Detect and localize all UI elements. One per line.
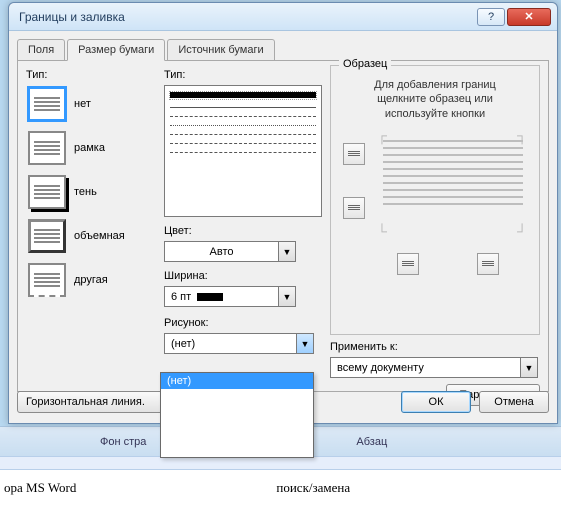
preview-group: Образец Для добавления границ щелкните о… [330,65,540,335]
tab-paper-source[interactable]: Источник бумаги [167,39,274,61]
tab-panel: Тип: нет рамка тень [17,60,549,392]
setting-shadow[interactable]: тень [26,173,156,211]
setting-box-icon [28,131,66,165]
art-value: (нет) [171,338,195,350]
preview-legend: Образец [339,58,391,70]
chevron-down-icon[interactable]: ▼ [278,286,296,307]
setting-shadow-icon [28,175,66,209]
color-value: Авто [210,246,234,258]
setting-custom[interactable]: другая [26,261,156,299]
style-option[interactable] [170,116,316,117]
setting-label: другая [74,274,108,286]
window-title: Границы и заливка [19,10,125,24]
art-label: Рисунок: [164,317,322,329]
apply-to-value: всему документу [337,362,424,374]
style-option[interactable] [170,92,316,99]
ok-button[interactable]: ОК [401,391,471,413]
chevron-down-icon[interactable]: ▼ [278,241,296,262]
border-top-button[interactable] [343,143,365,165]
width-label: Ширина: [164,270,322,282]
art-combo[interactable]: (нет) ▼ [164,333,314,354]
setting-3d[interactable]: объемная [26,217,156,255]
titlebar[interactable]: Границы и заливка ? ✕ [9,3,557,31]
apply-to-combo[interactable]: всему документу ▼ [330,357,538,378]
width-value: 6 пт [171,291,191,303]
style-option[interactable] [170,107,316,108]
cancel-button[interactable]: Отмена [479,391,549,413]
tab-bar: Поля Размер бумаги Источник бумаги [17,39,549,61]
tab-paper-size[interactable]: Размер бумаги [67,39,165,61]
ribbon-text: Фон стра [100,436,146,448]
close-button[interactable]: ✕ [507,8,551,26]
setting-type-list: нет рамка тень объемная [26,85,156,299]
document-body: ора MS Word поиск/замена [0,470,561,509]
help-button[interactable]: ? [477,8,505,26]
preview-page [383,135,523,225]
border-bottom-button[interactable] [343,197,365,219]
setting-label: тень [74,186,97,198]
setting-3d-icon [28,219,66,253]
style-option[interactable] [170,134,316,135]
art-dropdown-open[interactable]: (нет) [160,372,314,458]
setting-label: нет [74,98,91,110]
color-combo[interactable]: Авто ▼ [164,241,296,262]
page-fragment: ора MS Word [4,480,76,509]
setting-label: объемная [74,230,125,242]
width-swatch [197,293,223,301]
dropdown-option-selected[interactable]: (нет) [161,373,313,389]
style-option[interactable] [170,152,316,153]
chevron-down-icon[interactable]: ▼ [520,357,538,378]
tab-fields[interactable]: Поля [17,39,65,61]
horizontal-line-button[interactable]: Горизонтальная линия. [17,391,177,413]
setting-none[interactable]: нет [26,85,156,123]
setting-custom-icon [28,263,66,297]
color-label: Цвет: [164,225,322,237]
style-listbox[interactable] [164,85,322,217]
style-option[interactable] [170,143,316,144]
border-left-button[interactable] [397,253,419,275]
style-label: Тип: [164,69,322,81]
width-combo[interactable]: 6 пт ▼ [164,286,296,307]
corner-icon: ┘ [517,223,527,239]
border-right-button[interactable] [477,253,499,275]
preview-hint: Для добавления границ щелкните образец и… [341,78,529,121]
style-option[interactable] [170,125,316,126]
corner-icon: └ [377,223,387,239]
setting-label: рамка [74,142,105,154]
page-fragment: поиск/замена [276,480,350,509]
chevron-down-icon[interactable]: ▼ [296,333,314,354]
apply-to-label: Применить к: [330,341,540,353]
setting-box[interactable]: рамка [26,129,156,167]
ruler [0,456,561,470]
ribbon-text: Абзац [356,436,387,448]
setting-none-icon [28,87,66,121]
setting-type-label: Тип: [26,69,156,81]
dialog-window: Границы и заливка ? ✕ Поля Размер бумаги… [8,2,558,424]
